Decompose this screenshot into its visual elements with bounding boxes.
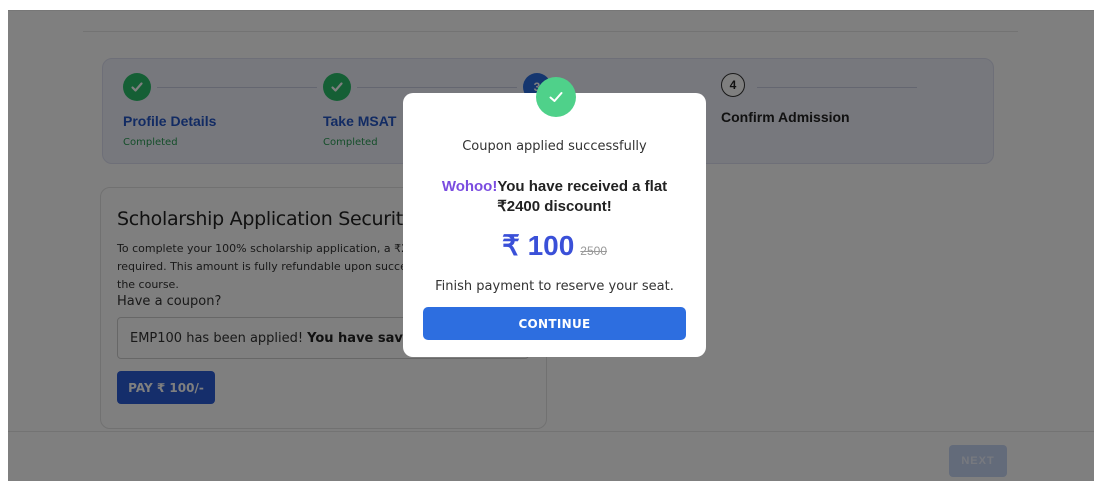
success-check-icon xyxy=(536,77,576,117)
headline-highlight: Wohoo! xyxy=(441,178,498,195)
price-row: ₹ 100 2500 xyxy=(403,229,706,262)
modal-message: Coupon applied successfully xyxy=(462,139,647,154)
headline-text: You have received a flat ₹2400 discount! xyxy=(497,178,668,215)
coupon-success-modal: Coupon applied successfully Wohoo!You ha… xyxy=(403,77,706,357)
continue-button[interactable]: CONTINUE xyxy=(423,307,686,340)
discounted-price: ₹ 100 xyxy=(501,230,575,261)
original-price: 2500 xyxy=(580,244,607,258)
modal-finish-text: Finish payment to reserve your seat. xyxy=(435,279,674,294)
modal-headline: Wohoo!You have received a flat ₹2400 dis… xyxy=(423,177,686,217)
